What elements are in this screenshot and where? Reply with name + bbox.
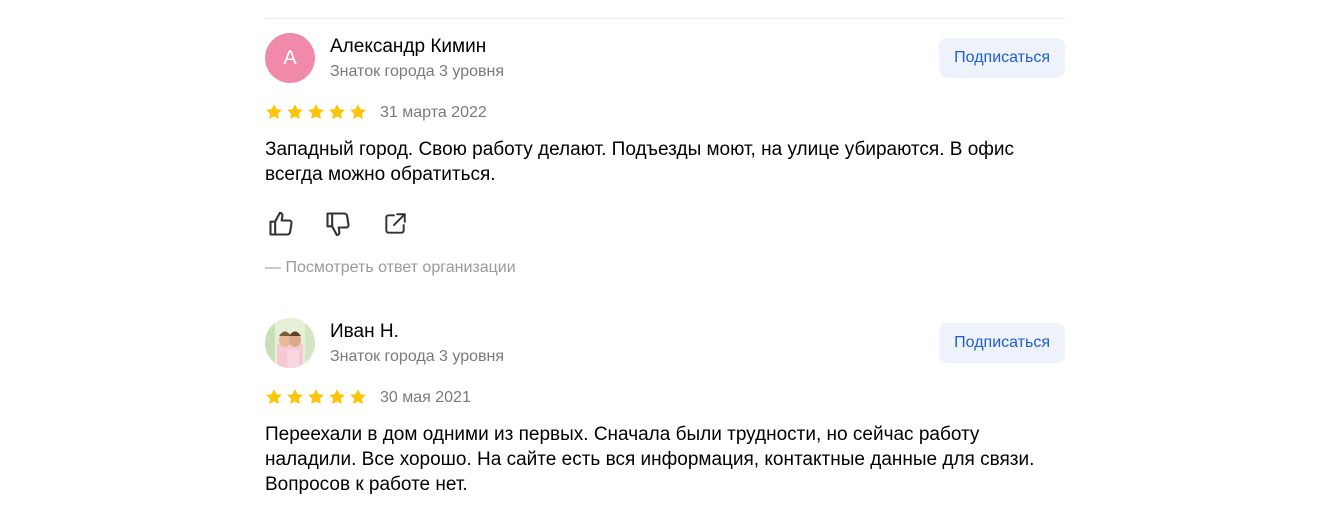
star-icon [349, 388, 367, 408]
star-icon [307, 103, 325, 123]
author-level: Знаток города 3 уровня [330, 63, 505, 80]
star-icon [328, 103, 346, 123]
thumbs-up-icon[interactable] [265, 208, 297, 240]
review-card: Иван Н. Знаток города 3 уровня Подписать… [265, 318, 1065, 497]
share-icon[interactable] [379, 208, 411, 240]
star-icon [349, 103, 367, 123]
star-rating [265, 103, 367, 123]
subscribe-button[interactable]: Подписаться [939, 323, 1065, 363]
rating-row: 30 мая 2021 [265, 386, 1065, 410]
review-actions [265, 208, 1065, 240]
review-card: А Александр Кимин Знаток города 3 уровня… [265, 33, 1065, 278]
star-icon [265, 388, 283, 408]
star-rating [265, 388, 367, 408]
review-date: 30 мая 2021 [380, 389, 471, 406]
subscribe-button[interactable]: Подписаться [939, 38, 1065, 78]
author-name[interactable]: Александр Кимин [330, 35, 486, 59]
author-name[interactable]: Иван Н. [330, 320, 399, 344]
star-icon [307, 388, 325, 408]
review-text: Западный город. Свою работу делают. Подъ… [265, 139, 1015, 185]
review-text: Переехали в дом одними из первых. Сначал… [265, 424, 1035, 495]
star-icon [286, 103, 304, 123]
star-icon [286, 388, 304, 408]
author-row: А Александр Кимин Знаток города 3 уровня… [265, 33, 1065, 85]
avatar[interactable] [265, 318, 315, 368]
star-icon [328, 388, 346, 408]
review-date: 31 марта 2022 [380, 104, 487, 121]
author-row: Иван Н. Знаток города 3 уровня Подписать… [265, 318, 1065, 370]
author-level: Знаток города 3 уровня [330, 348, 505, 365]
top-divider [265, 18, 1065, 19]
star-icon [265, 103, 283, 123]
thumbs-down-icon[interactable] [322, 208, 354, 240]
rating-row: 31 марта 2022 [265, 101, 1065, 125]
avatar[interactable]: А [265, 33, 315, 83]
view-organization-reply-link[interactable]: — Посмотреть ответ организации [265, 258, 1065, 278]
